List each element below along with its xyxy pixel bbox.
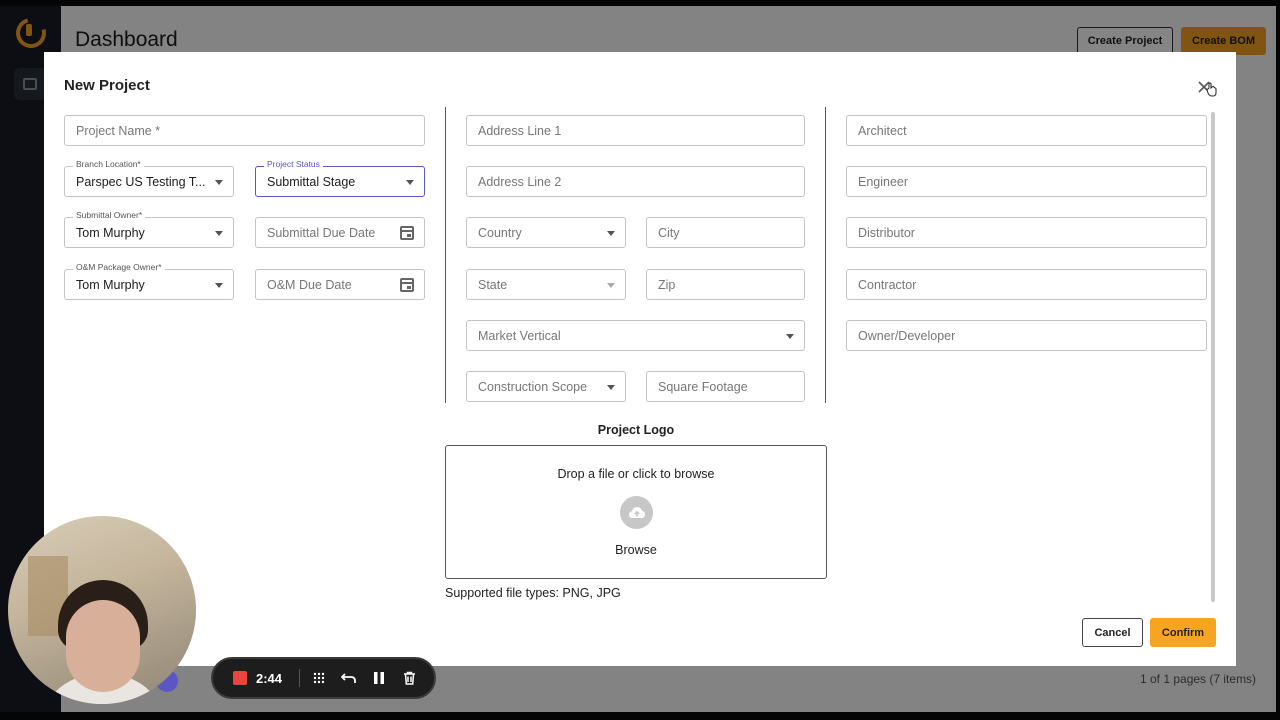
address-line-1-placeholder: Address Line 1: [478, 124, 562, 138]
calendar-icon[interactable]: [400, 278, 414, 292]
contractor-placeholder: Contractor: [858, 278, 917, 292]
confirm-button[interactable]: Confirm: [1150, 618, 1216, 647]
chevron-down-icon: [406, 180, 414, 185]
cancel-button[interactable]: Cancel: [1082, 618, 1143, 647]
om-package-owner-label: O&M Package Owner*: [73, 262, 165, 272]
submittal-owner-label: Submittal Owner*: [73, 210, 146, 220]
engineer-field[interactable]: Engineer: [846, 166, 1207, 197]
branch-location-label: Branch Location*: [73, 159, 144, 169]
submittal-due-date-field[interactable]: Submittal Due Date: [255, 217, 425, 248]
om-package-owner-value: Tom Murphy: [76, 278, 145, 292]
om-package-owner-select[interactable]: O&M Package Owner* Tom Murphy: [64, 262, 234, 300]
project-status-value: Submittal Stage: [267, 175, 356, 189]
chevron-down-icon: [215, 231, 223, 236]
webcam-bubble: [8, 516, 196, 704]
distributor-field[interactable]: Distributor: [846, 217, 1207, 248]
state-placeholder: State: [478, 278, 508, 292]
webcam-presenter-face: [66, 600, 140, 692]
distributor-placeholder: Distributor: [858, 226, 915, 240]
chevron-down-icon: [607, 283, 615, 288]
country-select[interactable]: Country: [466, 217, 626, 248]
chevron-down-icon: [607, 231, 615, 236]
om-due-date-placeholder: O&M Due Date: [267, 278, 352, 292]
branch-location-value: Parspec US Testing T...: [76, 175, 206, 189]
project-status-label: Project Status: [264, 159, 323, 169]
undo-icon[interactable]: [340, 669, 358, 687]
address-line-1-field[interactable]: Address Line 1: [466, 115, 805, 146]
square-footage-placeholder: Square Footage: [658, 380, 748, 394]
dropzone-text: Drop a file or click to browse: [557, 467, 715, 481]
state-select[interactable]: State: [466, 269, 626, 300]
city-placeholder: City: [658, 226, 680, 240]
trash-icon[interactable]: [400, 669, 418, 687]
country-placeholder: Country: [478, 226, 522, 240]
engineer-placeholder: Engineer: [858, 175, 909, 189]
contractor-field[interactable]: Contractor: [846, 269, 1207, 300]
logo-dropzone[interactable]: Drop a file or click to browse Browse: [445, 445, 827, 579]
modal-scrollbar[interactable]: [1211, 112, 1215, 602]
mouse-cursor-icon: [1206, 82, 1217, 97]
address-line-2-placeholder: Address Line 2: [478, 175, 562, 189]
new-project-modal: New Project Project Name * Branch Locati…: [44, 52, 1236, 666]
calendar-icon[interactable]: [400, 226, 414, 240]
city-field[interactable]: City: [646, 217, 805, 248]
market-vertical-select[interactable]: Market Vertical: [466, 320, 805, 351]
square-footage-field[interactable]: Square Footage: [646, 371, 805, 402]
construction-scope-placeholder: Construction Scope: [478, 380, 588, 394]
submittal-owner-select[interactable]: Submittal Owner* Tom Murphy: [64, 210, 234, 248]
chevron-down-icon: [607, 385, 615, 390]
submittal-due-date-placeholder: Submittal Due Date: [267, 226, 376, 240]
zip-field[interactable]: Zip: [646, 269, 805, 300]
branch-location-select[interactable]: Branch Location* Parspec US Testing T...: [64, 159, 234, 197]
submittal-owner-value: Tom Murphy: [76, 226, 145, 240]
recording-toolbar: 2:44: [211, 657, 436, 699]
owner-developer-placeholder: Owner/Developer: [858, 329, 956, 343]
construction-scope-select[interactable]: Construction Scope: [466, 371, 626, 402]
column-divider-right: [825, 107, 826, 403]
architect-field[interactable]: Architect: [846, 115, 1207, 146]
toolbar-divider: [299, 669, 300, 687]
architect-placeholder: Architect: [858, 124, 907, 138]
browse-link[interactable]: Browse: [446, 543, 826, 557]
chevron-down-icon: [215, 180, 223, 185]
market-vertical-placeholder: Market Vertical: [478, 329, 561, 343]
modal-title: New Project: [64, 77, 150, 94]
project-name-placeholder: Project Name *: [76, 124, 161, 138]
pause-icon[interactable]: [370, 669, 388, 687]
column-divider-left: [445, 107, 446, 403]
upload-cloud-icon: [620, 496, 653, 529]
supported-file-types: Supported file types: PNG, JPG: [445, 586, 621, 600]
owner-developer-field[interactable]: Owner/Developer: [846, 320, 1207, 351]
recording-time: 2:44: [256, 671, 283, 686]
zip-placeholder: Zip: [658, 278, 676, 292]
om-due-date-field[interactable]: O&M Due Date: [255, 269, 425, 300]
address-line-2-field[interactable]: Address Line 2: [466, 166, 805, 197]
grid-dots-icon[interactable]: [310, 669, 328, 687]
project-logo-title: Project Logo: [597, 423, 675, 437]
chevron-down-icon: [215, 283, 223, 288]
project-status-select[interactable]: Project Status Submittal Stage: [255, 159, 425, 197]
chevron-down-icon: [786, 334, 794, 339]
stop-recording-button[interactable]: [233, 671, 247, 685]
project-name-field[interactable]: Project Name *: [64, 115, 425, 146]
